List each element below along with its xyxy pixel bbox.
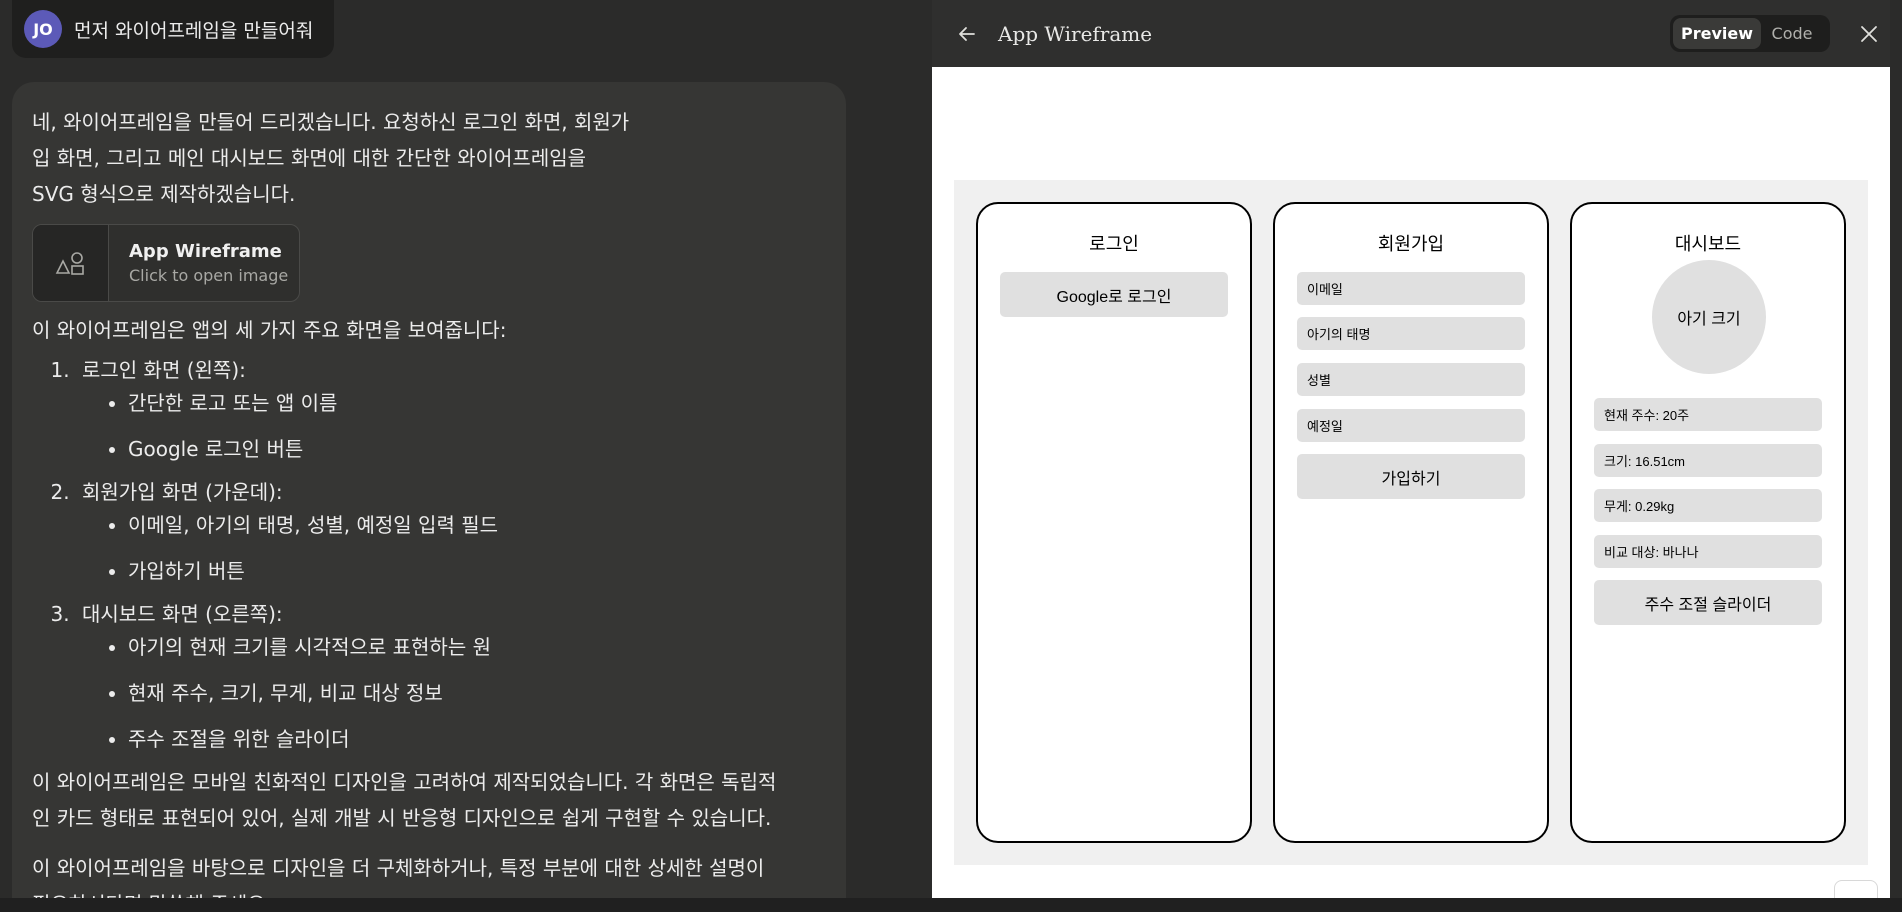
list-item: 주수 조절을 위한 슬라이더 [128,724,826,754]
signup-title: 회원가입 [1377,234,1445,254]
week-slider: 주수 조절 슬라이더 [1594,580,1822,625]
signup-button: 가입하기 [1297,454,1525,499]
bottom-bar [0,898,1902,912]
shapes-icon [33,225,109,301]
list-item: 아기의 현재 크기를 시각적으로 표현하는 원 [128,632,826,662]
list-item: 현재 주수, 크기, 무게, 비교 대상 정보 [128,678,826,708]
assistant-intro: 네, 와이어프레임을 만들어 드리겠습니다. 요청하신 로그인 화면, 회원가입… [32,110,630,206]
avatar[interactable]: JO [24,10,62,48]
step-label: 대시보드 화면 (오른쪽): [82,602,283,626]
gender-field: 성별 [1297,363,1525,396]
close-icon[interactable] [1856,21,1882,47]
baby-name-field: 아기의 태명 [1297,317,1525,350]
list-item: Google 로그인 버튼 [128,434,826,464]
size-info: 크기: 16.51cm [1594,444,1822,477]
assistant-summary: 이 와이어프레임은 앱의 세 가지 주요 화면을 보여줍니다: [32,318,507,342]
due-date-field: 예정일 [1297,409,1525,442]
weight-info: 무게: 0.29kg [1594,489,1822,522]
assistant-message: 네, 와이어프레임을 만들어 드리겠습니다. 요청하신 로그인 화면, 회원가입… [12,82,846,912]
wireframe-canvas: 로그인 Google로 로그인 회원가입 이메일 아기의 태명 성별 예정일 가… [954,180,1868,865]
user-message-text: 먼저 와이어프레임을 만들어줘 [74,19,314,42]
preview-tab[interactable]: Preview [1673,18,1761,49]
email-field: 이메일 [1297,272,1525,305]
panel-title: App Wireframe [998,21,1153,46]
list-item: 로그인 화면 (왼쪽): 간단한 로고 또는 앱 이름 Google 로그인 버… [76,352,826,464]
artifact-card[interactable]: App Wireframe Click to open image [32,224,300,302]
steps-list: 로그인 화면 (왼쪽): 간단한 로고 또는 앱 이름 Google 로그인 버… [76,352,826,754]
list-item: 이메일, 아기의 태명, 성별, 예정일 입력 필드 [128,510,826,540]
artifact-panel: App Wireframe Preview Code 로그인 Google로 로… [932,0,1890,912]
assistant-paragraph: 이 와이어프레임은 모바일 친화적인 디자인을 고려하여 제작되었습니다. 각 … [32,770,777,830]
list-item: 대시보드 화면 (오른쪽): 아기의 현재 크기를 시각적으로 표현하는 원 현… [76,596,826,754]
artifact-title: App Wireframe [129,241,282,262]
view-toggle: Preview Code [1670,15,1830,52]
list-item: 회원가입 화면 (가운데): 이메일, 아기의 태명, 성별, 예정일 입력 필… [76,474,826,586]
baby-size-circle: 아기 크기 [1652,260,1766,374]
signup-screen: 회원가입 이메일 아기의 태명 성별 예정일 가입하기 [1273,202,1549,843]
step-label: 로그인 화면 (왼쪽): [82,358,246,382]
user-message: JO 먼저 와이어프레임을 만들어줘 [12,0,334,58]
artifact-subtitle: Click to open image [129,266,289,285]
chat-pane: JO 먼저 와이어프레임을 만들어줘 네, 와이어프레임을 만들어 드리겠습니다… [0,0,930,912]
dashboard-screen: 대시보드 아기 크기 현재 주수: 20주 크기: 16.51cm 무게: 0.… [1570,202,1846,843]
code-tab[interactable]: Code [1761,18,1823,49]
week-info: 현재 주수: 20주 [1594,398,1822,431]
arrow-left-icon[interactable] [954,21,980,47]
list-item: 가입하기 버튼 [128,556,826,586]
step-label: 회원가입 화면 (가운데): [82,480,283,504]
list-item: 간단한 로고 또는 앱 이름 [128,388,826,418]
login-title: 로그인 [1089,234,1139,254]
dashboard-title: 대시보드 [1674,234,1742,254]
panel-header: App Wireframe Preview Code [932,0,1890,67]
comparison-info: 비교 대상: 바나나 [1594,535,1822,568]
login-screen: 로그인 Google로 로그인 [976,202,1252,843]
google-login-button: Google로 로그인 [1000,272,1228,317]
